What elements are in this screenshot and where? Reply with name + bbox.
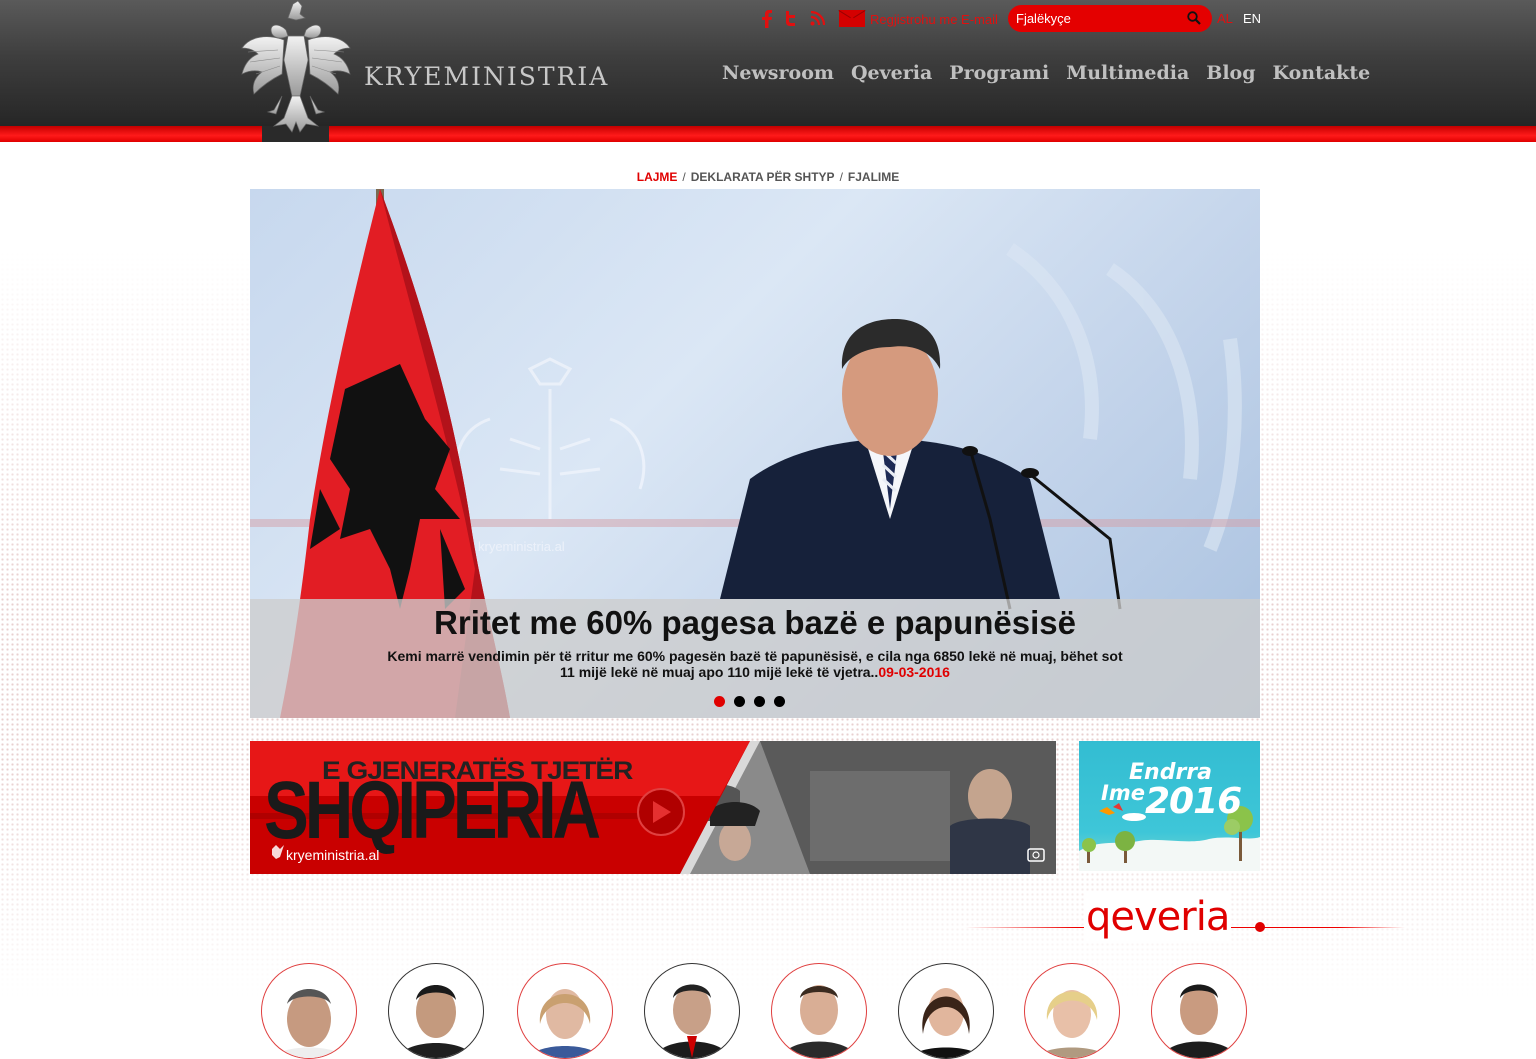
slide-text: Kemi marrë vendimin për të rritur me 60%… [380,648,1130,680]
slider-dot[interactable] [754,696,765,707]
tab-deklarata[interactable]: DEKLARATA PËR SHTYP [691,170,835,184]
shqiperia-video-banner[interactable]: E GJENERATËS TJETËR SHQIPERIA kryeminist… [250,741,1056,874]
header-red-strip [0,126,1536,142]
minister-avatar[interactable] [261,963,357,1059]
minister-avatar[interactable] [898,963,994,1059]
slider-dot[interactable] [774,696,785,707]
search-icon[interactable] [1187,11,1201,25]
qeveria-heading[interactable]: qeveria [1084,893,1232,941]
minister-avatar[interactable] [771,963,867,1059]
news-category-tabs: LAJME / DEKLARATA PËR SHTYP / FJALIME [0,170,1536,184]
nav-item-multimedia[interactable]: Multimedia [1066,62,1189,84]
watermark-text: kryeministria.al [478,539,565,554]
minister-avatar[interactable] [388,963,484,1059]
language-al-link[interactable]: AL [1217,11,1233,26]
facebook-icon[interactable] [761,10,773,28]
search-input[interactable] [1010,7,1192,29]
minister-avatar[interactable] [517,963,613,1059]
slider-pagination [714,696,785,707]
nav-item-kontakte[interactable]: Kontakte [1273,62,1371,84]
albanian-eagle-logo-icon[interactable] [238,0,354,140]
banner-year: 2016 [1145,781,1242,822]
slide-date: 09-03-2016 [878,664,950,680]
twitter-icon[interactable] [783,10,799,26]
banner-site: kryeministria.al [286,847,380,863]
minister-avatar[interactable] [1151,963,1247,1059]
email-icon[interactable] [839,10,865,27]
endrra-ime-2016-banner[interactable]: Endrra Ime 2016 [1079,741,1260,871]
slide-summary: Kemi marrë vendimin për të rritur me 60%… [387,648,1123,680]
main-nav: Newsroom Qeveria Programi Multimedia Blo… [722,62,1387,84]
banner-line2: SHQIPERIA [264,765,601,856]
news-slider[interactable]: kryeministria.al Rritet me 60% pagesa ba… [250,189,1260,718]
site-name[interactable]: KRYEMINISTRIA [364,62,609,91]
register-email-link[interactable]: Regjistrohu me E-mail [870,12,998,27]
tab-lajme[interactable]: LAJME [637,170,678,184]
qeveria-dot [1255,922,1265,932]
nav-item-qeveria[interactable]: Qeveria [851,62,932,84]
slide-title[interactable]: Rritet me 60% pagesa bazë e papunësisë [250,604,1260,642]
nav-item-newsroom[interactable]: Newsroom [722,62,834,84]
banner-ime: Ime [1101,781,1145,805]
rss-icon[interactable] [810,11,825,26]
separator: / [839,170,843,184]
minister-avatar[interactable] [1024,963,1120,1059]
slider-dot[interactable] [714,696,725,707]
minister-avatar[interactable] [644,963,740,1059]
nav-item-blog[interactable]: Blog [1206,62,1255,84]
slider-dot[interactable] [734,696,745,707]
separator: / [682,170,686,184]
language-en-link[interactable]: EN [1243,11,1261,26]
tab-fjalime[interactable]: FJALIME [848,170,899,184]
nav-item-programi[interactable]: Programi [949,62,1049,84]
